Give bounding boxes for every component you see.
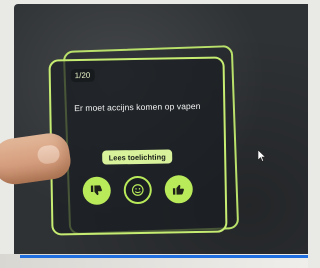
statement-card: 1/20 Er moet accijns komen op vapen Lees… <box>48 56 228 236</box>
neutral-face-icon <box>131 183 145 197</box>
thumbs-up-icon <box>172 182 186 196</box>
thumbs-down-icon <box>90 184 104 198</box>
agree-button[interactable] <box>164 175 194 204</box>
disagree-button[interactable] <box>82 176 112 205</box>
cursor-icon <box>258 150 266 162</box>
blue-stripe <box>20 255 308 258</box>
progress-counter: 1/20 <box>70 68 95 83</box>
neutral-button[interactable] <box>123 175 153 205</box>
vote-actions <box>82 175 194 209</box>
statement-text: Er moet accijns komen op vapen <box>74 100 201 114</box>
fingernail <box>36 144 61 165</box>
read-explanation-button[interactable]: Lees toelichting <box>102 149 173 165</box>
